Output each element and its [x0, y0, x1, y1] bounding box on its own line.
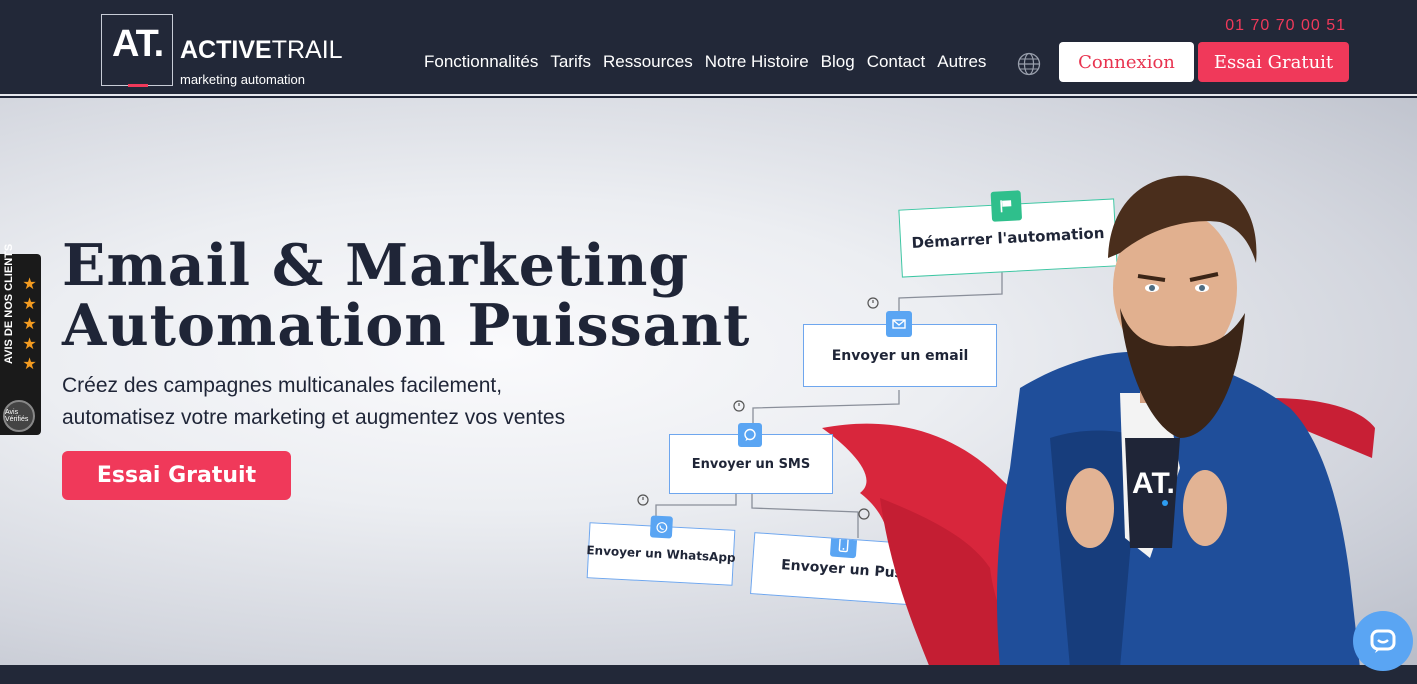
free-trial-button-hero[interactable]: Essai Gratuit [62, 451, 291, 500]
nav-item-blog[interactable]: Blog [821, 52, 855, 72]
flow-node-whatsapp-label: Envoyer un WhatsApp [586, 543, 736, 565]
reviews-label: AVIS DE NOS CLIENTS [3, 243, 15, 364]
phone-link[interactable]: 01 70 70 00 51 [1225, 17, 1346, 35]
verified-badge-icon: Avis Vérifiés [3, 400, 35, 432]
flow-node-sms: Envoyer un SMS [669, 423, 833, 494]
free-trial-button-header[interactable]: Essai Gratuit [1198, 42, 1349, 82]
customer-reviews-tab[interactable]: AVIS DE NOS CLIENTS ★★★★★ Avis Vérifiés [0, 244, 41, 435]
brand-name[interactable]: ACTIVETRAIL [180, 38, 343, 63]
whatsapp-icon [649, 515, 673, 539]
logo[interactable]: AT. [101, 14, 173, 87]
reviews-stars-text: ★★★★★ [20, 274, 37, 374]
logo-underline [128, 84, 148, 87]
hero-title: Email & Marketing Automation Puissant [62, 236, 750, 356]
main-nav: Fonctionnalités Tarifs Ressources Notre … [424, 52, 986, 72]
nav-item-fonctionnalites[interactable]: Fonctionnalités [424, 52, 538, 72]
superhero-man-image: AT. [880, 175, 1360, 665]
hero-title-line2: Automation Puissant [62, 292, 751, 359]
bottom-band [0, 665, 1417, 684]
nav-item-contact[interactable]: Contact [867, 52, 926, 72]
chat-icon[interactable] [1353, 611, 1413, 671]
hero-subtitle-line1: Créez des campagnes multicanales facilem… [62, 374, 503, 397]
site-header: AT. ACTIVETRAIL marketing automation Fon… [0, 0, 1417, 96]
logo-mark: AT. [112, 23, 164, 65]
flow-node-sms-label: Envoyer un SMS [691, 456, 811, 472]
globe-icon[interactable] [1017, 52, 1041, 76]
hero-section: Démarrer l'automation Envoyer un email E… [0, 98, 1417, 665]
hero-subtitle-line2: automatisez votre marketing et augmentez… [62, 406, 566, 429]
star-rating-icon: ★★★★★ [18, 274, 38, 374]
nav-item-autres[interactable]: Autres [937, 52, 986, 72]
nav-item-notre-histoire[interactable]: Notre Histoire [705, 52, 809, 72]
brand-bold: ACTIVE [180, 36, 272, 64]
brand-light: TRAIL [271, 36, 343, 64]
nav-item-tarifs[interactable]: Tarifs [550, 52, 591, 72]
login-button[interactable]: Connexion [1059, 42, 1194, 82]
flow-node-whatsapp: Envoyer un WhatsApp [586, 515, 736, 586]
hero-subtitle: Créez des campagnes multicanales facilem… [62, 370, 622, 434]
nav-item-ressources[interactable]: Ressources [603, 52, 693, 72]
shirt-logo: AT. [1132, 467, 1175, 500]
brand-tagline: marketing automation [180, 72, 306, 87]
speech-bubble-icon [738, 423, 762, 447]
hero-title-line1: Email & Marketing [62, 232, 690, 299]
